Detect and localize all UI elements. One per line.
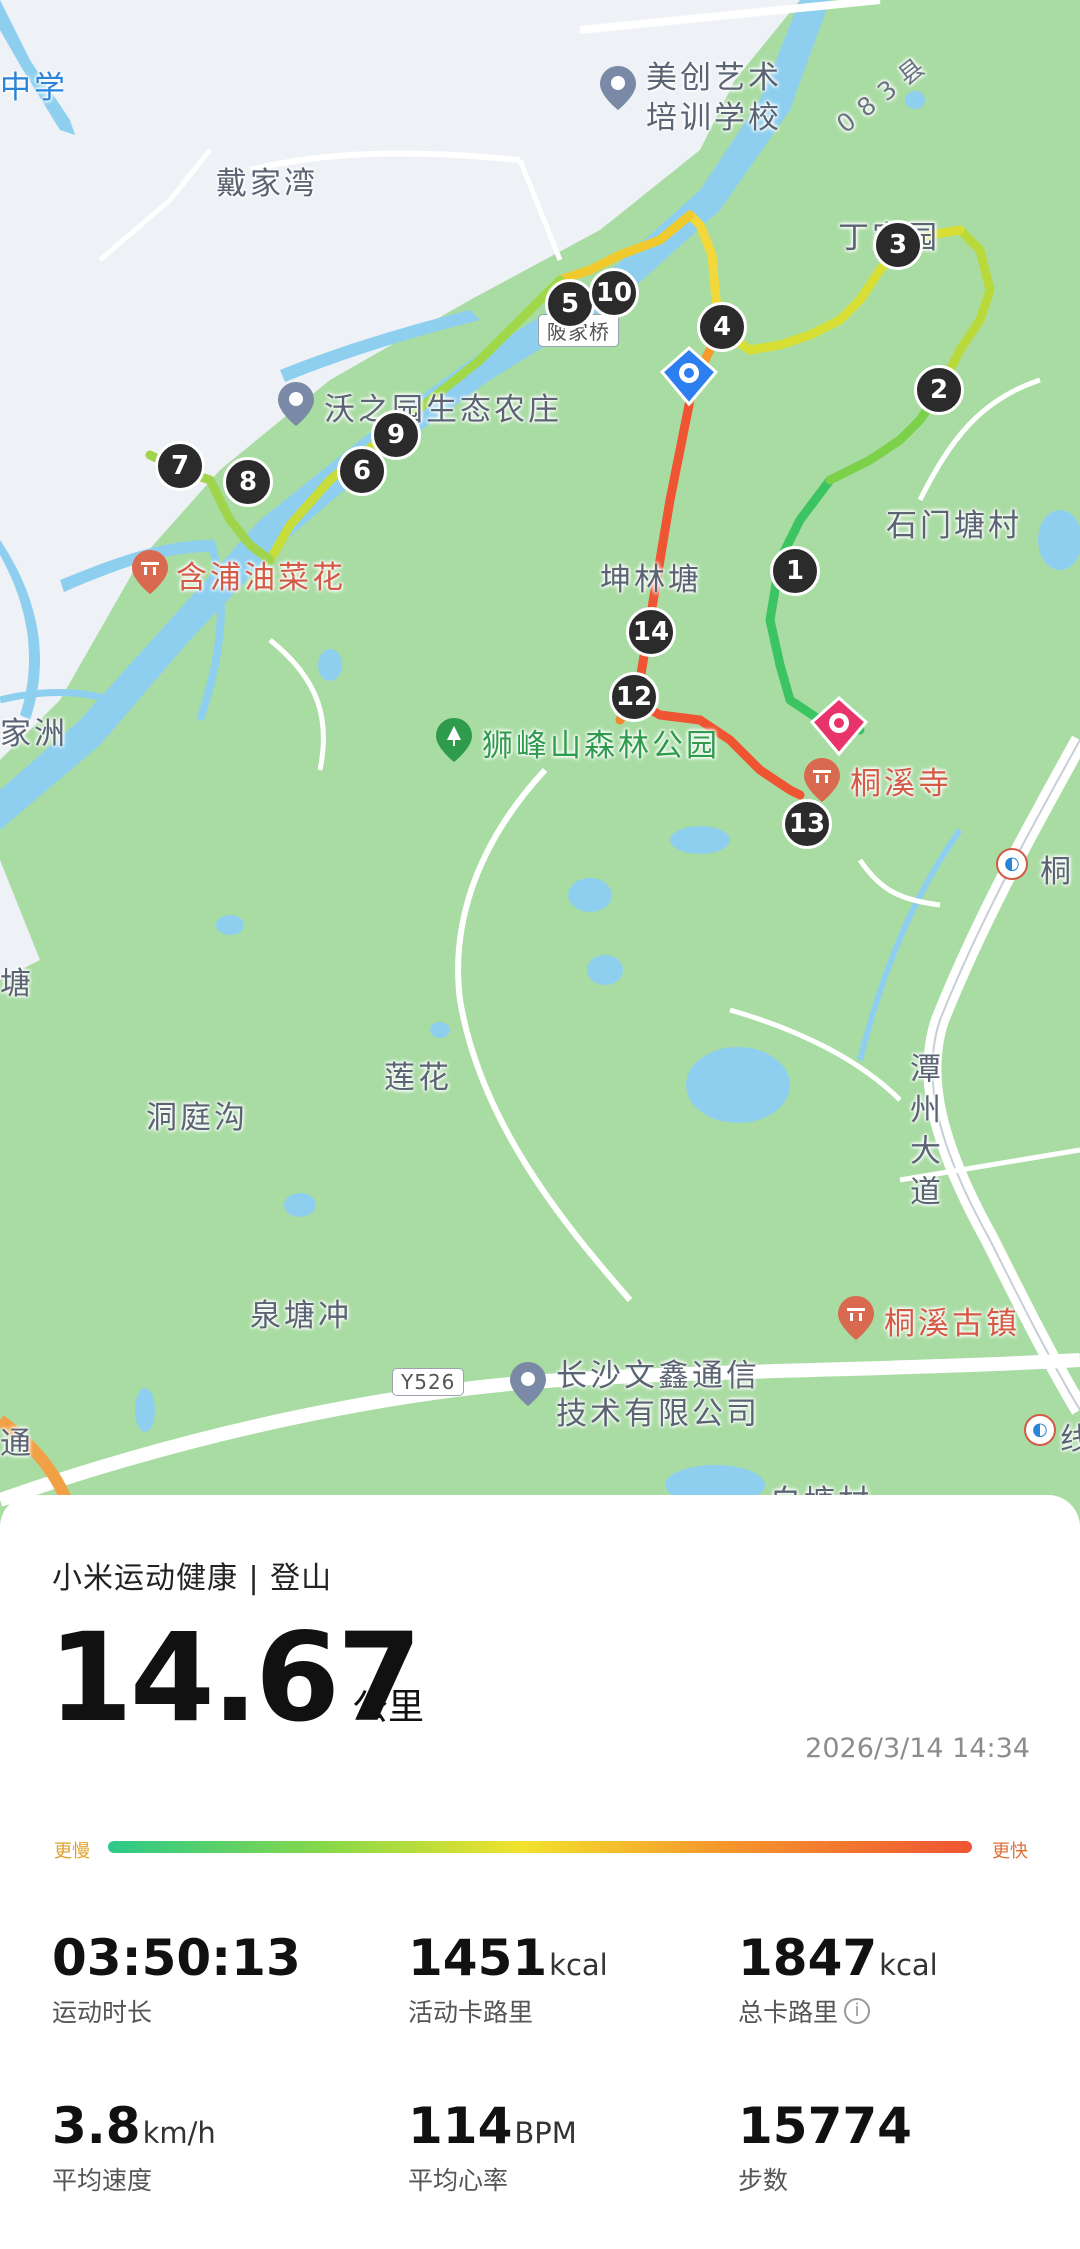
map-label-wozhiyuan: 沃之园生态农庄	[324, 392, 562, 428]
map-label-tongxisi: 桐溪寺	[850, 766, 952, 802]
workout-summary-card: 小米运动健康 | 登山 14.67 公里 2026/3/14 14:34 更慢 …	[0, 1495, 1080, 2249]
map-label-dongtinggou: 洞庭沟	[146, 1100, 248, 1136]
temple-pin-icon[interactable]	[802, 756, 842, 802]
pace-legend-slow: 更慢	[54, 1841, 90, 1862]
stat-label: 总卡路里	[738, 1998, 839, 2027]
km-marker[interactable]: 13	[782, 799, 832, 849]
km-marker[interactable]: 4	[697, 302, 747, 352]
park-pin-icon[interactable]	[434, 716, 474, 762]
map-label-wenxin-2: 技术有限公司	[556, 1396, 760, 1432]
map-label-tongxiguzhen: 桐溪古镇	[884, 1306, 1020, 1342]
stat-label: 平均速度	[52, 2166, 153, 2195]
map-label-shifengshan: 狮峰山森林公园	[482, 728, 720, 764]
end-pin-icon[interactable]	[808, 696, 870, 758]
stat-unit: kcal	[549, 1948, 608, 1982]
km-marker[interactable]: 1	[770, 546, 820, 596]
stat-value: 03:50:13	[52, 1929, 301, 1987]
map-label-tanzhou: 潭州大道	[904, 1052, 940, 1216]
map-label-kunlintang: 坤林塘	[600, 562, 702, 598]
map-label-edge-left: 通	[0, 1426, 34, 1462]
road-badge-y526: Y526	[392, 1368, 465, 1396]
stat-unit: kcal	[879, 1948, 938, 1982]
stat-label: 平均心率	[408, 2166, 509, 2195]
km-marker[interactable]: 7	[155, 441, 205, 491]
stat-value: 114	[408, 2097, 513, 2155]
scenic-pin-icon[interactable]	[130, 548, 170, 594]
stat-heart-rate: 114BPM 平均心率	[408, 2097, 577, 2197]
km-marker[interactable]: 9	[371, 410, 421, 460]
start-pin-icon[interactable]	[658, 346, 720, 408]
map-label-meichuang-1: 美创艺术	[646, 60, 782, 96]
map-label-lianhua: 莲花	[384, 1060, 452, 1096]
stat-steps: 15774 步数	[738, 2097, 912, 2197]
map-label-edge-right: 线	[1060, 1422, 1080, 1458]
workout-datetime: 2026/3/14 14:34	[805, 1733, 1030, 1764]
pace-gradient-bar	[108, 1841, 972, 1853]
stat-value: 15774	[738, 2097, 912, 2155]
map-label-jiazhou: 家洲	[0, 716, 68, 752]
km-marker[interactable]: 2	[914, 365, 964, 415]
pace-legend-fast: 更快	[992, 1841, 1028, 1862]
map-label-hanpu: 含浦油菜花	[176, 560, 346, 596]
km-marker[interactable]: 3	[873, 220, 923, 270]
map-label-meichuang-2: 培训学校	[646, 100, 782, 136]
distance-unit: 公里	[352, 1687, 425, 1728]
map-label-school: 中学	[0, 70, 68, 106]
stat-value: 1847	[738, 1929, 878, 1987]
stat-label: 步数	[738, 2166, 789, 2195]
metro-icon[interactable]: ◐	[996, 848, 1028, 880]
stat-value: 1451	[408, 1929, 548, 1987]
stat-unit: BPM	[514, 2116, 577, 2150]
stat-unit: km/h	[142, 2116, 216, 2150]
map-label-daijiawan: 戴家湾	[216, 166, 318, 202]
km-marker[interactable]: 5	[545, 279, 595, 329]
scenic-pin-icon[interactable]	[836, 1294, 876, 1340]
stat-label: 活动卡路里	[408, 1998, 534, 2027]
place-pin-icon[interactable]	[508, 1360, 548, 1406]
stat-total-calories: 1847kcal 总卡路里 i	[738, 1929, 938, 2029]
map-label-tong-edge: 桐	[1040, 854, 1074, 890]
map-label-quantangchong: 泉塘冲	[250, 1298, 352, 1334]
stat-speed: 3.8km/h 平均速度	[52, 2097, 216, 2197]
info-icon[interactable]: i	[844, 1998, 871, 2024]
map-view[interactable]: 中学 戴家湾 美创艺术 培训学校 083县 丁家园 陂家桥 沃之园生态农庄 石门…	[0, 0, 1080, 1520]
km-marker[interactable]: 14	[626, 607, 676, 657]
stat-label: 运动时长	[52, 1998, 153, 2027]
metro-icon[interactable]: ◐	[1024, 1414, 1056, 1446]
place-pin-icon[interactable]	[598, 64, 638, 110]
place-pin-icon[interactable]	[276, 380, 316, 426]
map-label-shimentang: 石门塘村	[886, 508, 1022, 544]
km-marker[interactable]: 10	[589, 268, 639, 318]
app-title: 小米运动健康 | 登山	[52, 1561, 333, 1596]
stat-active-calories: 1451kcal 活动卡路里	[408, 1929, 608, 2029]
km-marker[interactable]: 12	[609, 672, 659, 722]
stat-duration: 03:50:13 运动时长	[52, 1929, 301, 2029]
stat-value: 3.8	[52, 2097, 141, 2155]
map-label-tang-edge: 塘	[0, 966, 34, 1002]
km-marker[interactable]: 8	[223, 457, 273, 507]
